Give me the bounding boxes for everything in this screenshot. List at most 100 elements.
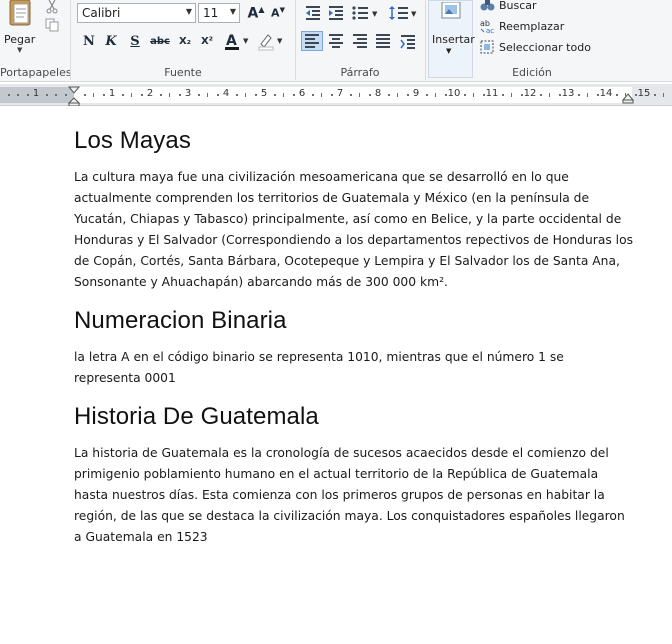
font-family-select[interactable]: Calibri ▼ (77, 3, 196, 23)
paragraph-group-label: Párrafo (340, 66, 380, 79)
ruler-number: 14 (599, 88, 613, 99)
document-body[interactable]: Los Mayas La cultura maya fue una civili… (74, 127, 634, 562)
font-size-select[interactable]: 11 ▼ (198, 3, 240, 23)
ruler-tick (359, 93, 360, 97)
ruler-number: 9 (412, 88, 420, 99)
paragraph-direction-icon (400, 35, 415, 49)
bullets-button[interactable]: ▼ (350, 3, 382, 23)
align-left-button[interactable] (301, 31, 323, 51)
highlight-button[interactable]: ▼ (256, 30, 288, 52)
ruler-tick (140, 94, 143, 96)
strikethrough-button[interactable]: abc (147, 30, 173, 52)
grow-font-button[interactable]: A▲ (246, 3, 266, 23)
heading-numeracion-binaria[interactable]: Numeracion Binaria (74, 307, 634, 335)
paragraph-numeracion-binaria[interactable]: la letra A en el código binario se repre… (74, 347, 634, 389)
superscript-button[interactable]: X² (196, 30, 218, 52)
right-indent-marker-icon[interactable] (622, 92, 634, 104)
find-button[interactable]: Buscar (480, 0, 537, 12)
insert-dropdown-arrow[interactable]: ▼ (446, 47, 451, 55)
paste-dropdown-arrow[interactable]: ▼ (17, 46, 22, 54)
ruler-tick (539, 94, 542, 96)
find-label: Buscar (499, 0, 537, 12)
ruler-tick (207, 93, 208, 97)
line-spacing-icon: ▼ (389, 6, 417, 20)
svg-text:▼: ▼ (277, 37, 283, 45)
decrease-indent-button[interactable] (302, 3, 324, 23)
underline-button[interactable]: S (124, 30, 146, 52)
subscript-label: X₂ (178, 35, 192, 47)
select-all-button[interactable]: Seleccionar todo (480, 40, 591, 54)
bullet-list-icon: ▼ (352, 6, 378, 20)
ruler-tick (596, 94, 599, 96)
chevron-down-icon: ▼ (185, 7, 192, 16)
highlighter-icon: ▼ (258, 34, 283, 51)
ruler-tick (83, 94, 86, 96)
ruler-number: 1 (32, 88, 40, 99)
ruler-tick (321, 93, 322, 97)
subscript-button[interactable]: X₂ (174, 30, 196, 52)
ruler-tick (587, 93, 588, 97)
paragraph-direction-button[interactable] (397, 31, 419, 51)
align-center-button[interactable] (325, 31, 347, 51)
group-separator (425, 0, 426, 80)
ruler-tick (45, 94, 48, 96)
align-center-icon (329, 34, 343, 48)
heading-historia-de-guatemala[interactable]: Historia De Guatemala (74, 403, 634, 431)
ruler-number: 6 (298, 88, 306, 99)
justify-button[interactable] (372, 31, 394, 51)
horizontal-ruler[interactable]: 1 1 2 3 4 5 6 7 8 9 10 11 12 13 14 15 (0, 84, 672, 106)
ruler-tick (634, 94, 637, 96)
clipboard-group-label: Portapapeles (0, 66, 72, 79)
heading-los-mayas[interactable]: Los Mayas (74, 127, 634, 155)
ruler-tick (406, 94, 409, 96)
ruler-tick (577, 94, 580, 96)
paragraph-historia-de-guatemala[interactable]: La historia de Guatemala es la cronologí… (74, 443, 634, 548)
paragraph-los-mayas[interactable]: La cultura maya fue una civilización mes… (74, 167, 634, 293)
ruler-tick (653, 94, 656, 96)
ruler-tick (121, 94, 124, 96)
font-size-value: 11 (203, 6, 219, 20)
cut-button[interactable] (44, 0, 60, 14)
ruler-tick (387, 94, 390, 96)
copy-icon (45, 18, 59, 32)
ruler-tick (558, 94, 561, 96)
bold-button[interactable]: N (78, 30, 100, 52)
replace-label: Reemplazar (499, 19, 565, 33)
insert-label: Insertar (432, 33, 475, 46)
shrink-font-button[interactable]: A▼ (268, 3, 288, 23)
font-color-button[interactable]: A ▼ (222, 30, 254, 52)
increase-indent-button[interactable] (325, 3, 347, 23)
copy-button[interactable] (44, 18, 60, 32)
ruler-tick (435, 93, 436, 97)
svg-text:▼: ▼ (243, 37, 249, 45)
group-separator (70, 0, 71, 80)
ribbon: Pegar ▼ Portapapeles Calibri ▼ 11 ▼ A▲ A… (0, 0, 672, 82)
replace-icon: ab ac (480, 19, 494, 33)
ruler-tick (64, 94, 67, 96)
line-spacing-button[interactable]: ▼ (388, 3, 420, 23)
document-page[interactable]: Los Mayas La cultura maya fue una civili… (0, 107, 672, 644)
underline-label: S (130, 33, 140, 49)
font-family-value: Calibri (82, 6, 121, 20)
ruler-tick (397, 93, 398, 97)
ruler-tick (283, 93, 284, 97)
ruler-tick (549, 93, 550, 97)
ruler-tick (26, 94, 29, 96)
ruler-tick (511, 93, 512, 97)
ruler-tick (444, 94, 447, 96)
replace-button[interactable]: ab ac Reemplazar (480, 19, 564, 33)
ruler-tick (349, 94, 352, 96)
ruler-tick (235, 94, 238, 96)
ruler-number: 1 (108, 88, 116, 99)
font-group-label: Fuente (164, 66, 202, 79)
ruler-number: 2 (146, 88, 154, 99)
italic-button[interactable]: K (100, 30, 122, 52)
editing-group-label: Edición (512, 66, 552, 79)
strikethrough-label: abc (150, 35, 170, 47)
align-right-button[interactable] (349, 31, 371, 51)
justify-icon (376, 34, 390, 48)
select-all-label: Seleccionar todo (499, 40, 591, 54)
first-line-indent-marker-icon[interactable] (68, 86, 80, 106)
ruler-tick (520, 94, 523, 96)
picture-icon (441, 2, 460, 19)
